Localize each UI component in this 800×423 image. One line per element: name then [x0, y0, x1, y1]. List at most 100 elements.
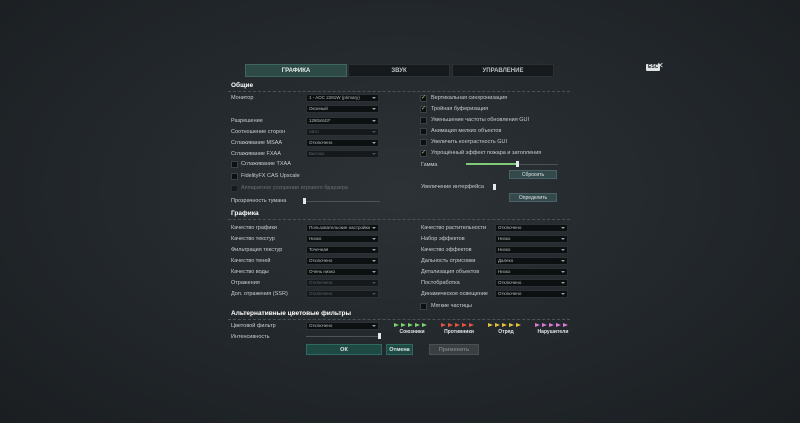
graphics-setting-dropdown[interactable]: Низко [306, 235, 379, 243]
graphics-setting-label: Качество воды [231, 269, 269, 275]
gamma-slider-fill [466, 163, 517, 165]
graphics-setting-value: Низко [498, 236, 511, 241]
chevron-down-icon [372, 325, 376, 327]
graphics-setting-dropdown[interactable]: Низко [495, 268, 568, 276]
close-icon[interactable]: ✕ [657, 61, 664, 70]
ui-scale-detect-button[interactable]: Определить [509, 193, 557, 202]
graphics-setting-label: Детализация объектов [421, 269, 480, 275]
graphics-setting-label: Отражения [231, 280, 260, 286]
fxaa-value: Высоко [309, 151, 325, 156]
color-filter-dropdown[interactable]: Отключено [306, 322, 379, 330]
monitor-dropdown[interactable]: 1 - AOC 2281W (primary) [306, 94, 379, 102]
fog-slider[interactable] [304, 201, 380, 202]
small-anim-checkbox[interactable] [420, 128, 427, 135]
graphics-setting-dropdown[interactable]: Отключено [306, 257, 379, 265]
fxaa-dropdown[interactable]: Высоко [306, 150, 379, 158]
graphics-setting-value: Отключено [309, 291, 333, 296]
chevron-down-icon [561, 238, 565, 240]
fog-slider-handle[interactable] [303, 198, 306, 204]
tab-sound[interactable]: ЗВУК [348, 64, 450, 77]
msaa-label: Сглаживание MSAA [231, 140, 283, 146]
graphics-setting-value: Точечная [309, 247, 329, 252]
ok-button[interactable]: ОК [306, 344, 382, 355]
graphics-setting-dropdown[interactable]: Очень низко [306, 268, 379, 276]
graphics-setting-label: Дальность отрисовки [421, 258, 476, 264]
graphics-setting-value: Отключено [498, 280, 522, 285]
graphics-setting-dropdown[interactable]: Точечная [306, 246, 379, 254]
graphics-setting-value: Низко [309, 236, 322, 241]
graphics-setting-label: Набор эффектов [421, 236, 465, 242]
graphics-setting-dropdown[interactable]: Отключено [495, 279, 568, 287]
intensity-slider[interactable] [306, 336, 379, 337]
ui-scale-slider-handle[interactable] [493, 184, 496, 190]
graphics-setting-dropdown[interactable]: Отключено [495, 290, 568, 298]
cancel-button[interactable]: Отмена [386, 344, 413, 355]
vsync-checkbox[interactable]: ✓ [420, 95, 427, 102]
graphics-setting-label: Постобработка [421, 280, 460, 286]
monitor-value: 1 - AOC 2281W (primary) [309, 95, 360, 100]
graphics-setting-label: Качество эффектов [421, 247, 472, 253]
triple-buffer-label: Тройная буферизация [431, 106, 489, 112]
fidelity-checkbox[interactable] [231, 173, 238, 180]
section-divider [228, 319, 570, 320]
section-general-title: Общие [231, 82, 254, 89]
resolution-label: Разрешение [231, 118, 263, 124]
chevron-down-icon [561, 260, 565, 262]
graphics-setting-value: Низко [498, 247, 511, 252]
monitor-label: Монитор [231, 95, 254, 101]
soft-particles-checkbox[interactable] [420, 303, 427, 310]
triple-buffer-checkbox[interactable]: ✓ [420, 106, 427, 113]
aspect-dropdown[interactable]: Авто [306, 128, 379, 136]
graphics-setting-value: Очень низко [309, 269, 336, 274]
graphics-setting-dropdown[interactable]: Отключено [306, 279, 379, 287]
apply-button[interactable]: Применить [429, 344, 479, 355]
fidelity-label: FidelityFX CAS Upscale [241, 173, 300, 179]
graphics-setting-dropdown[interactable]: Пользовательские настройки [306, 224, 379, 232]
tab-controls[interactable]: УПРАВЛЕНИЕ [452, 64, 554, 77]
graphics-setting-value: Отключено [309, 280, 333, 285]
gamma-reset-button[interactable]: Сбросить [509, 170, 557, 179]
gui-refresh-checkbox[interactable] [420, 117, 427, 124]
txaa-label: Сглаживание TXAA [241, 161, 291, 167]
chevron-down-icon [372, 131, 376, 133]
section-color-filters-title: Альтернативные цветовые фильтры [231, 310, 352, 317]
graphics-setting-dropdown[interactable]: Далеко [495, 257, 568, 265]
gui-contrast-checkbox[interactable] [420, 139, 427, 146]
filter-legend-label: Противники [444, 329, 474, 335]
simple-fire-label: Упрощённый эффект пожара и затопления [431, 150, 542, 156]
tab-graphics[interactable]: ГРАФИКА [245, 64, 347, 77]
chevron-down-icon [372, 142, 376, 144]
graphics-setting-value: Далеко [498, 258, 514, 263]
vsync-label: Вертикальная синхронизация [431, 95, 508, 101]
intensity-slider-handle[interactable] [378, 333, 381, 339]
chevron-down-icon [561, 282, 565, 284]
gamma-slider-handle[interactable] [515, 161, 519, 167]
msaa-value: Отключено [309, 140, 333, 145]
window-mode-dropdown[interactable]: Оконный [306, 105, 379, 113]
graphics-setting-value: Низко [498, 269, 511, 274]
graphics-setting-dropdown[interactable]: Низко [495, 246, 568, 254]
graphics-setting-label: Фильтрация текстур [231, 247, 283, 253]
msaa-dropdown[interactable]: Отключено [306, 139, 379, 147]
filter-legend-arrows-icon [488, 323, 524, 328]
graphics-setting-dropdown[interactable]: Отключено [495, 224, 568, 232]
filter-legend-label: Нарушители [537, 329, 569, 335]
section-divider [228, 91, 570, 92]
chevron-down-icon [561, 293, 565, 295]
graphics-setting-dropdown[interactable]: Отключено [306, 290, 379, 298]
chevron-down-icon [372, 293, 376, 295]
browser-accel-checkbox[interactable] [231, 185, 238, 192]
chevron-down-icon [561, 249, 565, 251]
aspect-label: Соотношение сторон [231, 129, 286, 135]
color-filter-value: Отключено [309, 323, 333, 328]
txaa-checkbox[interactable] [231, 161, 238, 168]
filter-legend-arrows-icon [394, 323, 430, 328]
graphics-setting-dropdown[interactable]: Низко [495, 235, 568, 243]
chevron-down-icon [561, 227, 565, 229]
graphics-setting-value: Отключено [309, 258, 333, 263]
chevron-down-icon [372, 97, 376, 99]
resolution-dropdown[interactable]: 1280x843* [306, 117, 379, 125]
filter-legend-label: Отряд [498, 329, 514, 335]
simple-fire-checkbox[interactable]: ✓ [420, 150, 427, 157]
graphics-setting-value: Пользовательские настройки [309, 225, 370, 230]
